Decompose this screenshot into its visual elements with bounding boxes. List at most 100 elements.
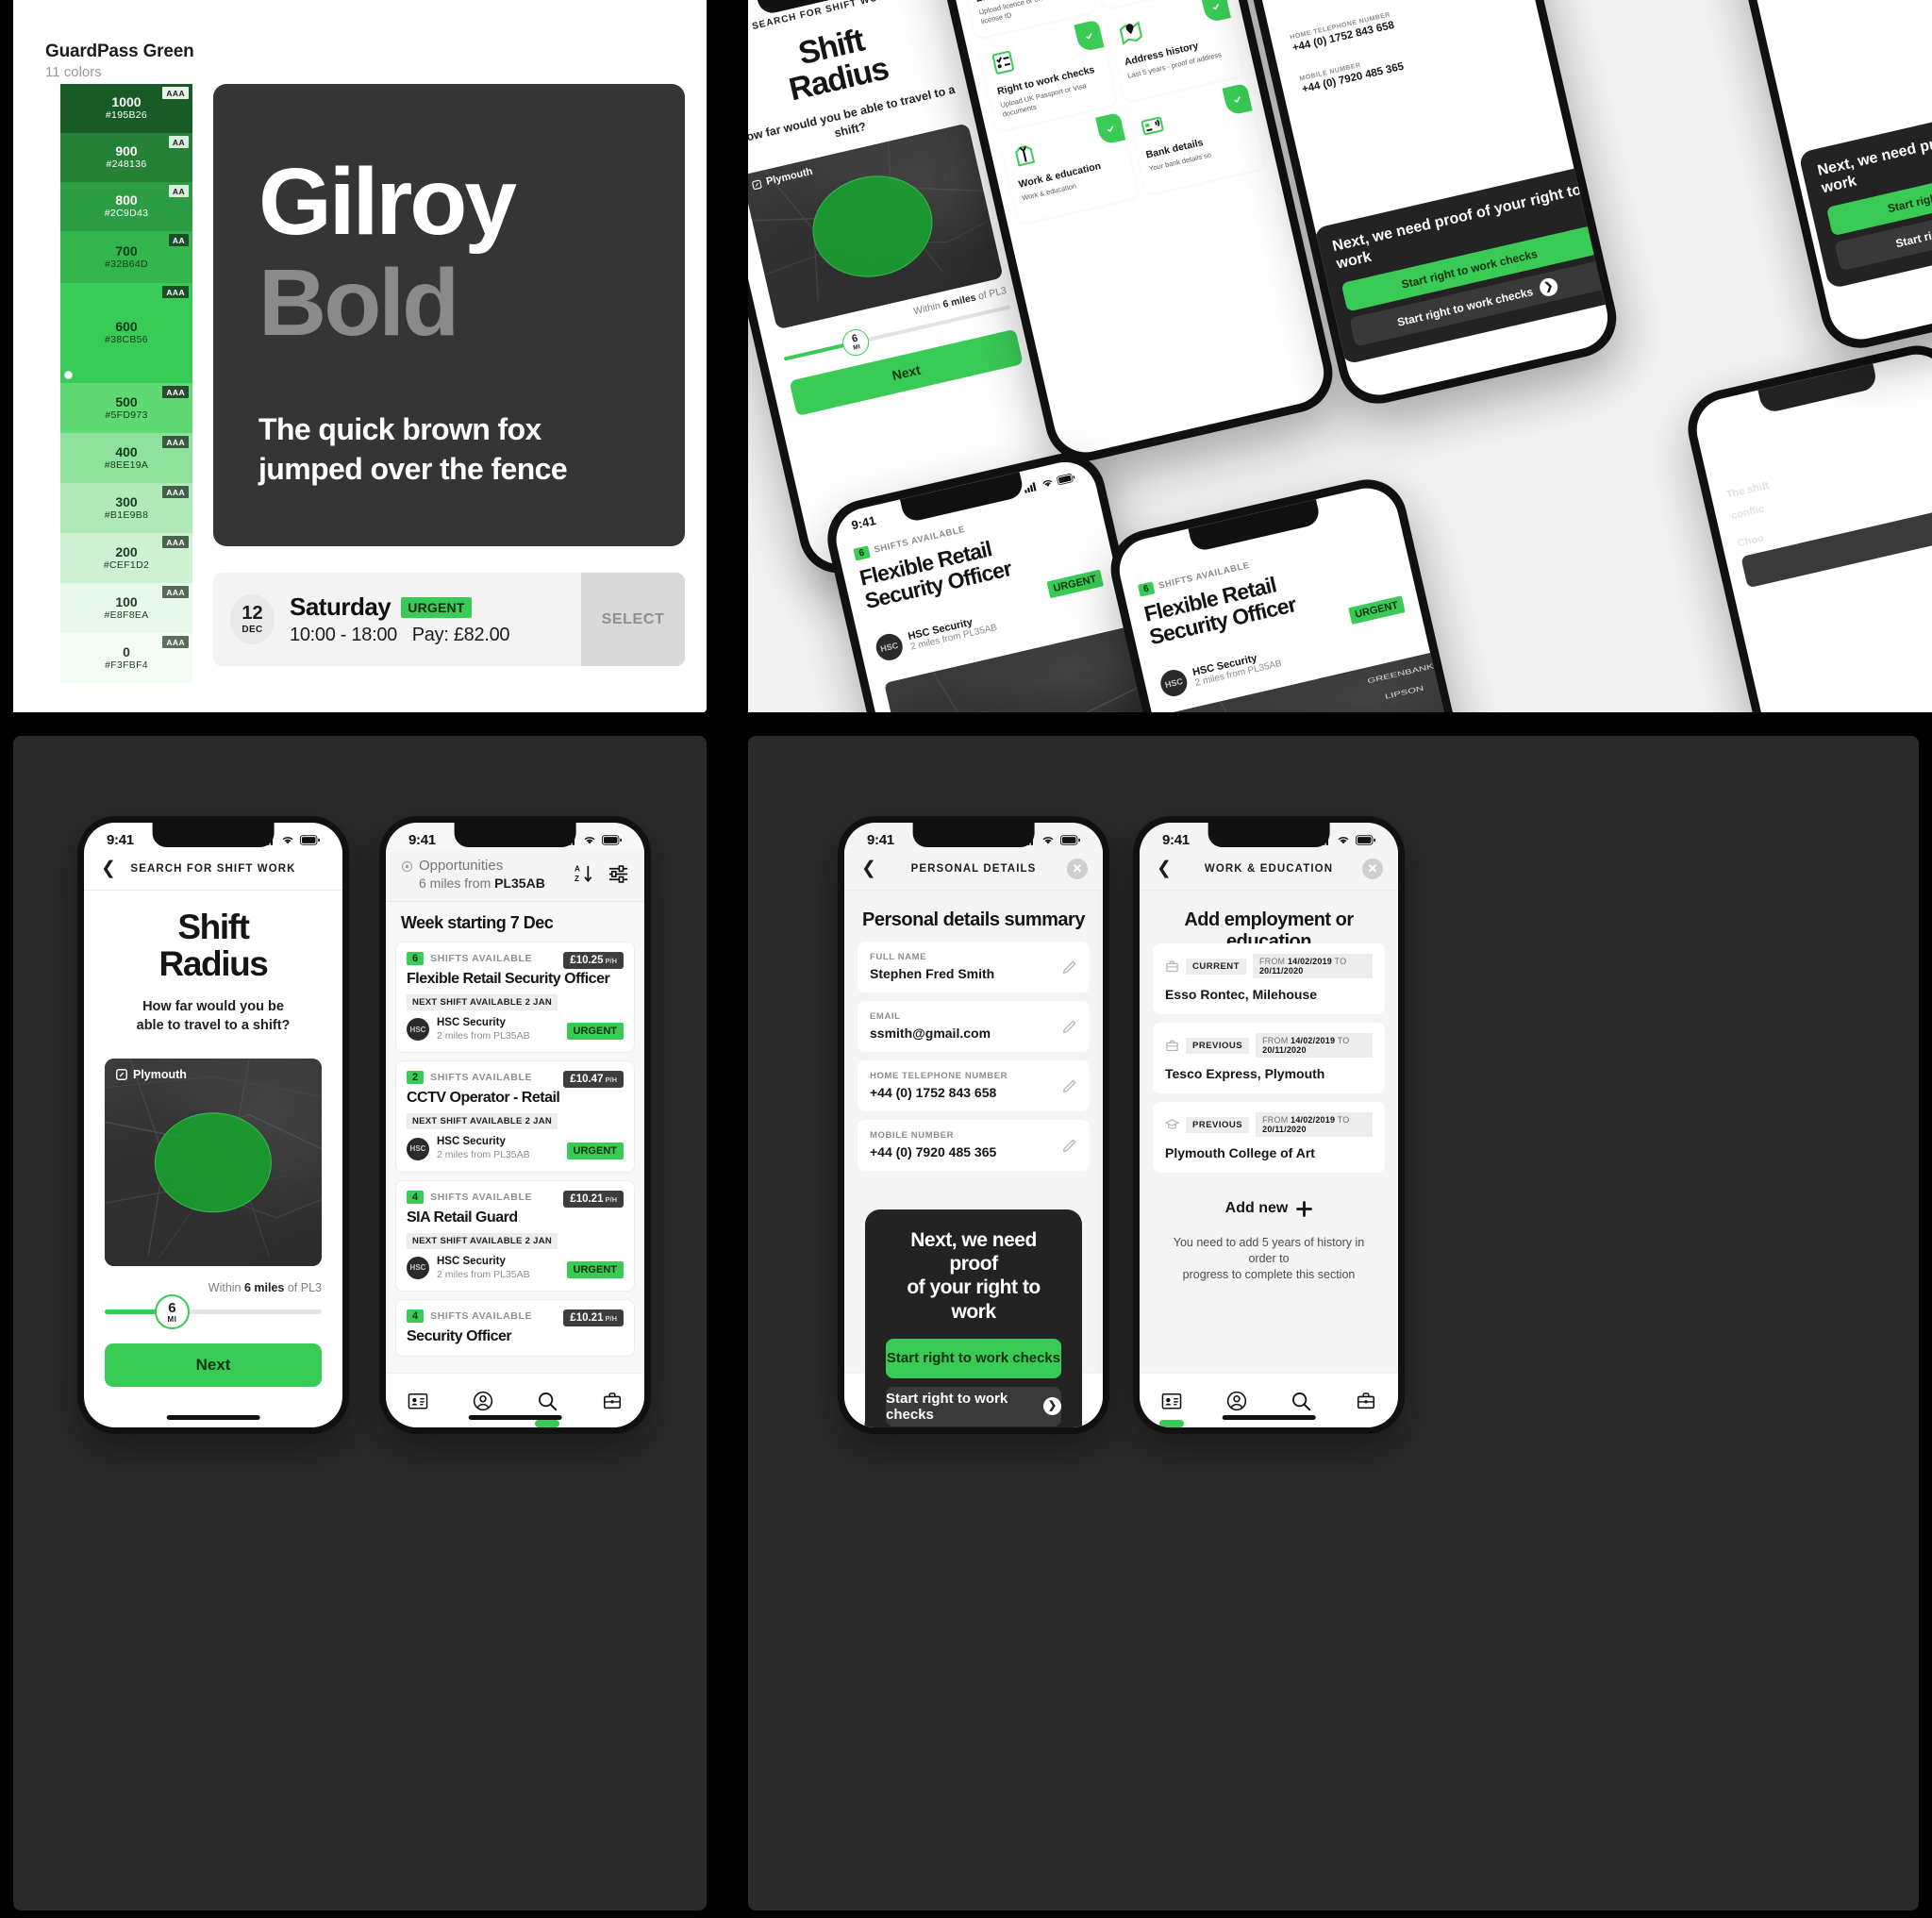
document-tile[interactable]: Address history Last 5 years - proof of a… <box>1106 0 1244 103</box>
work-education-entry[interactable]: PREVIOUS FROM 14/02/2019 TO 20/11/2020 Ply… <box>1153 1102 1385 1173</box>
personal-detail-field[interactable]: FULL NAME Stephen Fred Smith <box>858 942 1090 992</box>
mockup-collage-panel: SEARCH FOR SHIFT WORK Shift Radius How f… <box>748 0 1932 712</box>
svg-text:LIPSON: LIPSON <box>1384 684 1424 701</box>
nav-title: SEARCH FOR SHIFT WORK <box>130 862 296 875</box>
color-swatch[interactable]: AAA 200 #CEF1D2 <box>60 533 192 583</box>
swatch-number: 200 <box>115 543 138 559</box>
swatch-number: 0 <box>123 643 130 659</box>
swatch-number: 400 <box>115 443 138 459</box>
pencil-icon[interactable] <box>1062 959 1077 975</box>
contrast-badge: AA <box>168 185 189 197</box>
employer-name: HSC Security <box>437 1255 506 1267</box>
document-tile[interactable]: Bank details Your bank details so <box>1126 83 1266 196</box>
color-swatch[interactable]: AAA 400 #8EE19A <box>60 433 192 483</box>
swatch-number: 300 <box>115 493 138 509</box>
within-radius-text: Within 6 miles of PL3 <box>208 1281 322 1294</box>
field-label: FULL NAME <box>870 952 927 962</box>
close-icon[interactable]: ✕ <box>1362 858 1383 879</box>
briefcase-icon <box>603 1392 621 1409</box>
swatch-number: 700 <box>115 242 138 259</box>
modal-title-line1: Next, we need proof <box>910 1229 1037 1276</box>
tab-id-card[interactable] <box>400 1387 436 1415</box>
personal-detail-field[interactable]: MOBILE NUMBER +44 (0) 7920 485 365 <box>858 1120 1090 1171</box>
bottom-left-panel: 9:41 ❮ SEARCH FOR SHIFT WORK Shift Radiu… <box>13 736 707 1910</box>
entry-from: 14/02/2019 <box>1291 1036 1336 1045</box>
chevron-left-icon[interactable]: ❮ <box>861 859 876 877</box>
radius-slider[interactable]: 6 MI <box>105 1294 322 1329</box>
chevron-left-icon[interactable]: ❮ <box>1157 859 1172 877</box>
start-checks-primary-button[interactable]: Start right to work checks <box>886 1338 1061 1378</box>
next-button[interactable]: Next <box>105 1343 322 1387</box>
document-tile[interactable]: Right to work checks Upload UK Passport o… <box>978 19 1117 132</box>
slider-knob[interactable]: 6 MI <box>840 326 872 359</box>
job-card[interactable]: £10.21 P/H 4 SHIFTS AVAILABLE Security Offic… <box>395 1299 635 1358</box>
signal-icon <box>1024 481 1037 493</box>
job-title: Security Officer <box>407 1328 512 1345</box>
pay-unit: P/H <box>605 1194 617 1204</box>
field-label: MOBILE NUMBER <box>870 1130 955 1141</box>
tab-briefcase[interactable] <box>594 1387 630 1415</box>
shift-count-badge: 4 <box>407 1190 425 1204</box>
personal-detail-field[interactable]: EMAIL ssmith@gmail.com <box>858 1001 1090 1052</box>
color-swatch[interactable]: AA 700 #32B64D <box>60 231 192 283</box>
status-time: 9:41 <box>107 832 134 848</box>
job-card[interactable]: £10.21 P/H 4 SHIFTS AVAILABLE SIA Retail Gua… <box>395 1179 635 1293</box>
job-card[interactable]: £10.25 P/H 6 SHIFTS AVAILABLE Flexible Retai… <box>395 942 635 1054</box>
tab-profile[interactable] <box>465 1387 501 1415</box>
start-checks-secondary-button[interactable]: Start right to work checks ❯ <box>886 1386 1061 1426</box>
color-swatch[interactable]: AAA 1000 #195B26 <box>60 84 192 133</box>
tab-briefcase[interactable] <box>1348 1387 1384 1415</box>
entry-name: Plymouth College of Art <box>1165 1145 1315 1160</box>
color-swatch[interactable]: AA 900 #248136 <box>60 133 192 182</box>
pencil-icon[interactable] <box>1062 1019 1077 1034</box>
tab-search[interactable] <box>529 1387 565 1427</box>
shirt-icon <box>1015 145 1036 167</box>
color-swatch[interactable]: AAA 100 #E8F8EA <box>60 583 192 633</box>
swatch-hex: #F3FBF4 <box>105 659 148 671</box>
shift-select-card[interactable]: 12 DEC Saturday URGENT 10:00 - 18:00 Pay… <box>213 573 685 666</box>
employer-logo: HSC <box>407 1256 429 1279</box>
job-shift-count: 6 <box>853 545 871 561</box>
collage-next-button[interactable]: Next <box>789 328 1024 417</box>
tab-id-card[interactable] <box>1154 1387 1190 1427</box>
knob-value: 6 <box>168 1299 176 1316</box>
color-swatch[interactable]: AAA 500 #5FD973 <box>60 383 192 433</box>
radius-map[interactable]: Plymouth <box>105 1059 322 1266</box>
work-education-entry[interactable]: CURRENT FROM 14/02/2019 TO 20/11/2020 Esso… <box>1153 943 1385 1014</box>
filter-icon[interactable] <box>608 863 629 885</box>
employer-distance: 2 miles from PL35AB <box>437 1268 530 1280</box>
opportunities-subtitle: 6 miles from PL35AB <box>419 876 545 891</box>
chevron-left-icon[interactable]: ❮ <box>101 859 116 877</box>
color-swatch[interactable]: AA 800 #2C9D43 <box>60 182 192 231</box>
color-swatch[interactable]: AAA 0 #F3FBF4 <box>60 633 192 683</box>
color-swatch-list: AAA 1000 #195B26 AA 900 #248136 AA 800 #2C9D43 AA… <box>60 84 192 683</box>
swatch-number: 1000 <box>111 94 142 110</box>
sort-az-icon[interactable]: A Z <box>574 863 595 885</box>
tab-search[interactable] <box>1283 1387 1319 1415</box>
job-card[interactable]: £10.47 P/H 2 SHIFTS AVAILABLE CCTV Operator … <box>395 1060 635 1173</box>
pencil-icon[interactable] <box>1062 1138 1077 1153</box>
style-guide-panel: GuardPass Green 11 colors AAA 1000 #195B26… <box>13 0 707 712</box>
tab-profile[interactable] <box>1219 1387 1255 1415</box>
work-education-entry[interactable]: PREVIOUS FROM 14/02/2019 TO 20/11/2020 Tes… <box>1153 1023 1385 1093</box>
color-swatch[interactable]: AAA 300 #B1E9B8 <box>60 483 192 533</box>
close-icon[interactable]: ✕ <box>1067 858 1088 879</box>
shift-time-range: 10:00 - 18:00 <box>290 625 397 645</box>
job-pay-rate: £10.25 P/H <box>563 952 624 969</box>
location-pin-icon <box>401 861 413 873</box>
select-button[interactable]: SELECT <box>581 573 685 666</box>
color-swatch[interactable]: AAA 600 #38CB56 <box>60 283 192 383</box>
pencil-icon[interactable] <box>1062 1078 1077 1093</box>
device-notch <box>152 823 275 847</box>
add-new-button[interactable]: Add new <box>1140 1200 1398 1217</box>
search-icon <box>539 1392 558 1410</box>
map-city-label: Plymouth <box>133 1068 187 1081</box>
slider-knob[interactable]: 6 MI <box>154 1294 190 1329</box>
contrast-badge: AAA <box>162 286 189 298</box>
status-badge-urgent: URGENT <box>401 596 472 618</box>
personal-detail-field[interactable]: HOME TELEPHONE NUMBER +44 (0) 1752 843 65… <box>858 1060 1090 1111</box>
knob-unit: MI <box>852 343 861 352</box>
within-suffix: of PL3 <box>284 1281 322 1294</box>
document-tile[interactable]: Work & education Work & education <box>999 112 1139 225</box>
personal-details-field-list: FULL NAME Stephen Fred Smith EMAIL ssmith@g… <box>858 942 1090 1179</box>
